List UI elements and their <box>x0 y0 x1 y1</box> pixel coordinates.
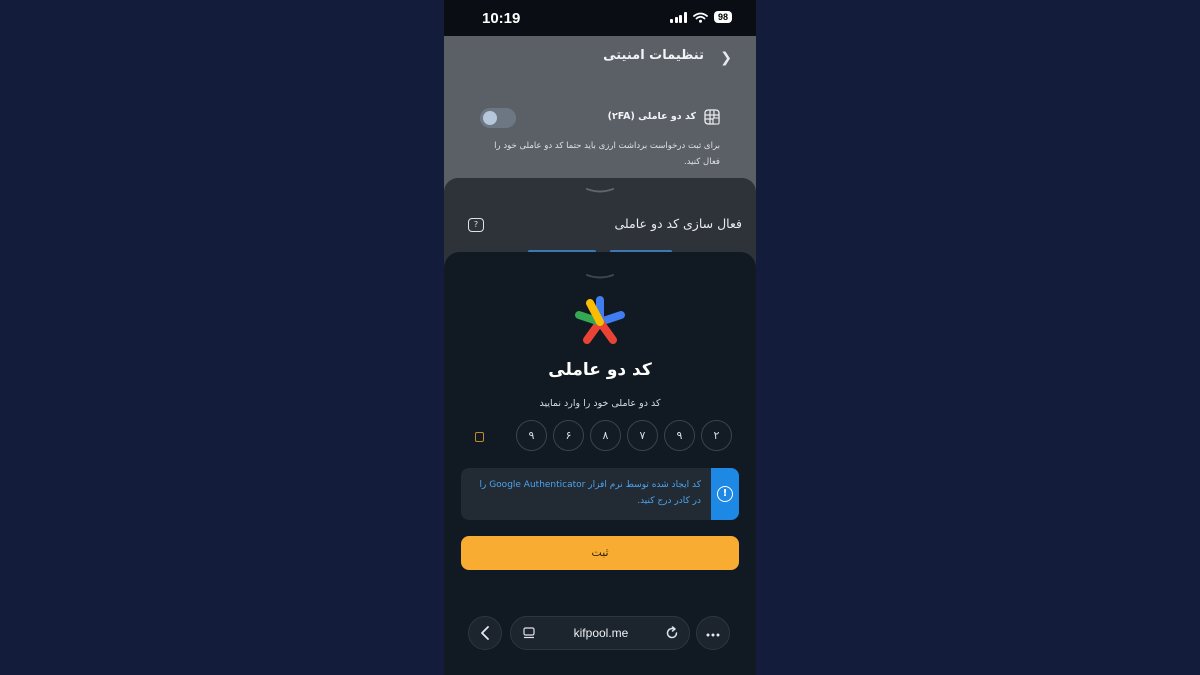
otp-digit[interactable]: ۷ <box>627 420 658 451</box>
otp-digit[interactable]: ۸ <box>590 420 621 451</box>
battery-indicator: 98 <box>713 11 732 23</box>
otp-input: ۹ ۶ ۸ ۷ ۹ ۲ <box>516 420 732 451</box>
otp-sheet: کد دو عاملی کد دو عاملی خود را وارد نمای… <box>444 252 756 675</box>
google-authenticator-icon <box>575 296 625 344</box>
activation-title: فعال سازی کد دو عاملی <box>614 216 742 231</box>
help-icon[interactable]: ? <box>468 218 484 232</box>
otp-digit[interactable]: ۶ <box>553 420 584 451</box>
reload-icon[interactable] <box>665 626 679 640</box>
two-fa-toggle[interactable] <box>480 108 516 128</box>
otp-digit[interactable]: ۹ <box>664 420 695 451</box>
status-bar: 10:19 98 <box>444 0 756 36</box>
phone-frame: 10:19 98 ❯ تنظیمات امنیتی کد دو عاملی (۲… <box>444 0 756 675</box>
otp-digit[interactable]: ۲ <box>701 420 732 451</box>
sheet-title: کد دو عاملی <box>548 360 652 380</box>
status-icons: 98 <box>670 11 732 23</box>
info-icon: ! <box>717 486 733 502</box>
page-title: تنظیمات امنیتی <box>603 48 704 63</box>
submit-button[interactable]: ثبت <box>461 536 739 570</box>
grid-lock-icon <box>704 109 720 125</box>
wifi-icon <box>693 12 708 23</box>
address-bar[interactable]: kifpool.me <box>510 616 690 650</box>
sheet-handle[interactable] <box>586 188 614 194</box>
two-fa-description: برای ثبت درخواست برداشت ارزی باید حتما ک… <box>494 141 720 167</box>
sheet-subtitle: کد دو عاملی خود را وارد نمایید <box>539 398 661 409</box>
info-text: کد ایجاد شده توسط نرم افزار Google Authe… <box>479 480 701 506</box>
url-text: kifpool.me <box>573 626 629 640</box>
more-button[interactable] <box>696 616 730 650</box>
status-time: 10:19 <box>482 10 521 27</box>
background-page: ❯ تنظیمات امنیتی کد دو عاملی (۲FA) برای … <box>444 36 756 196</box>
signal-icon <box>670 11 687 23</box>
back-button[interactable] <box>468 616 502 650</box>
toggle-knob <box>483 111 497 125</box>
info-alert: ! کد ایجاد شده توسط نرم افزار Google Aut… <box>461 468 739 520</box>
chevron-right-icon[interactable]: ❯ <box>720 50 732 66</box>
otp-digit[interactable]: ۹ <box>516 420 547 451</box>
paste-icon[interactable] <box>475 432 484 442</box>
chevron-left-icon <box>481 626 489 640</box>
more-icon <box>706 633 720 637</box>
sheet-handle[interactable] <box>586 274 614 280</box>
info-stripe: ! <box>711 468 739 520</box>
two-fa-label: کد دو عاملی (۲FA) <box>607 111 696 122</box>
